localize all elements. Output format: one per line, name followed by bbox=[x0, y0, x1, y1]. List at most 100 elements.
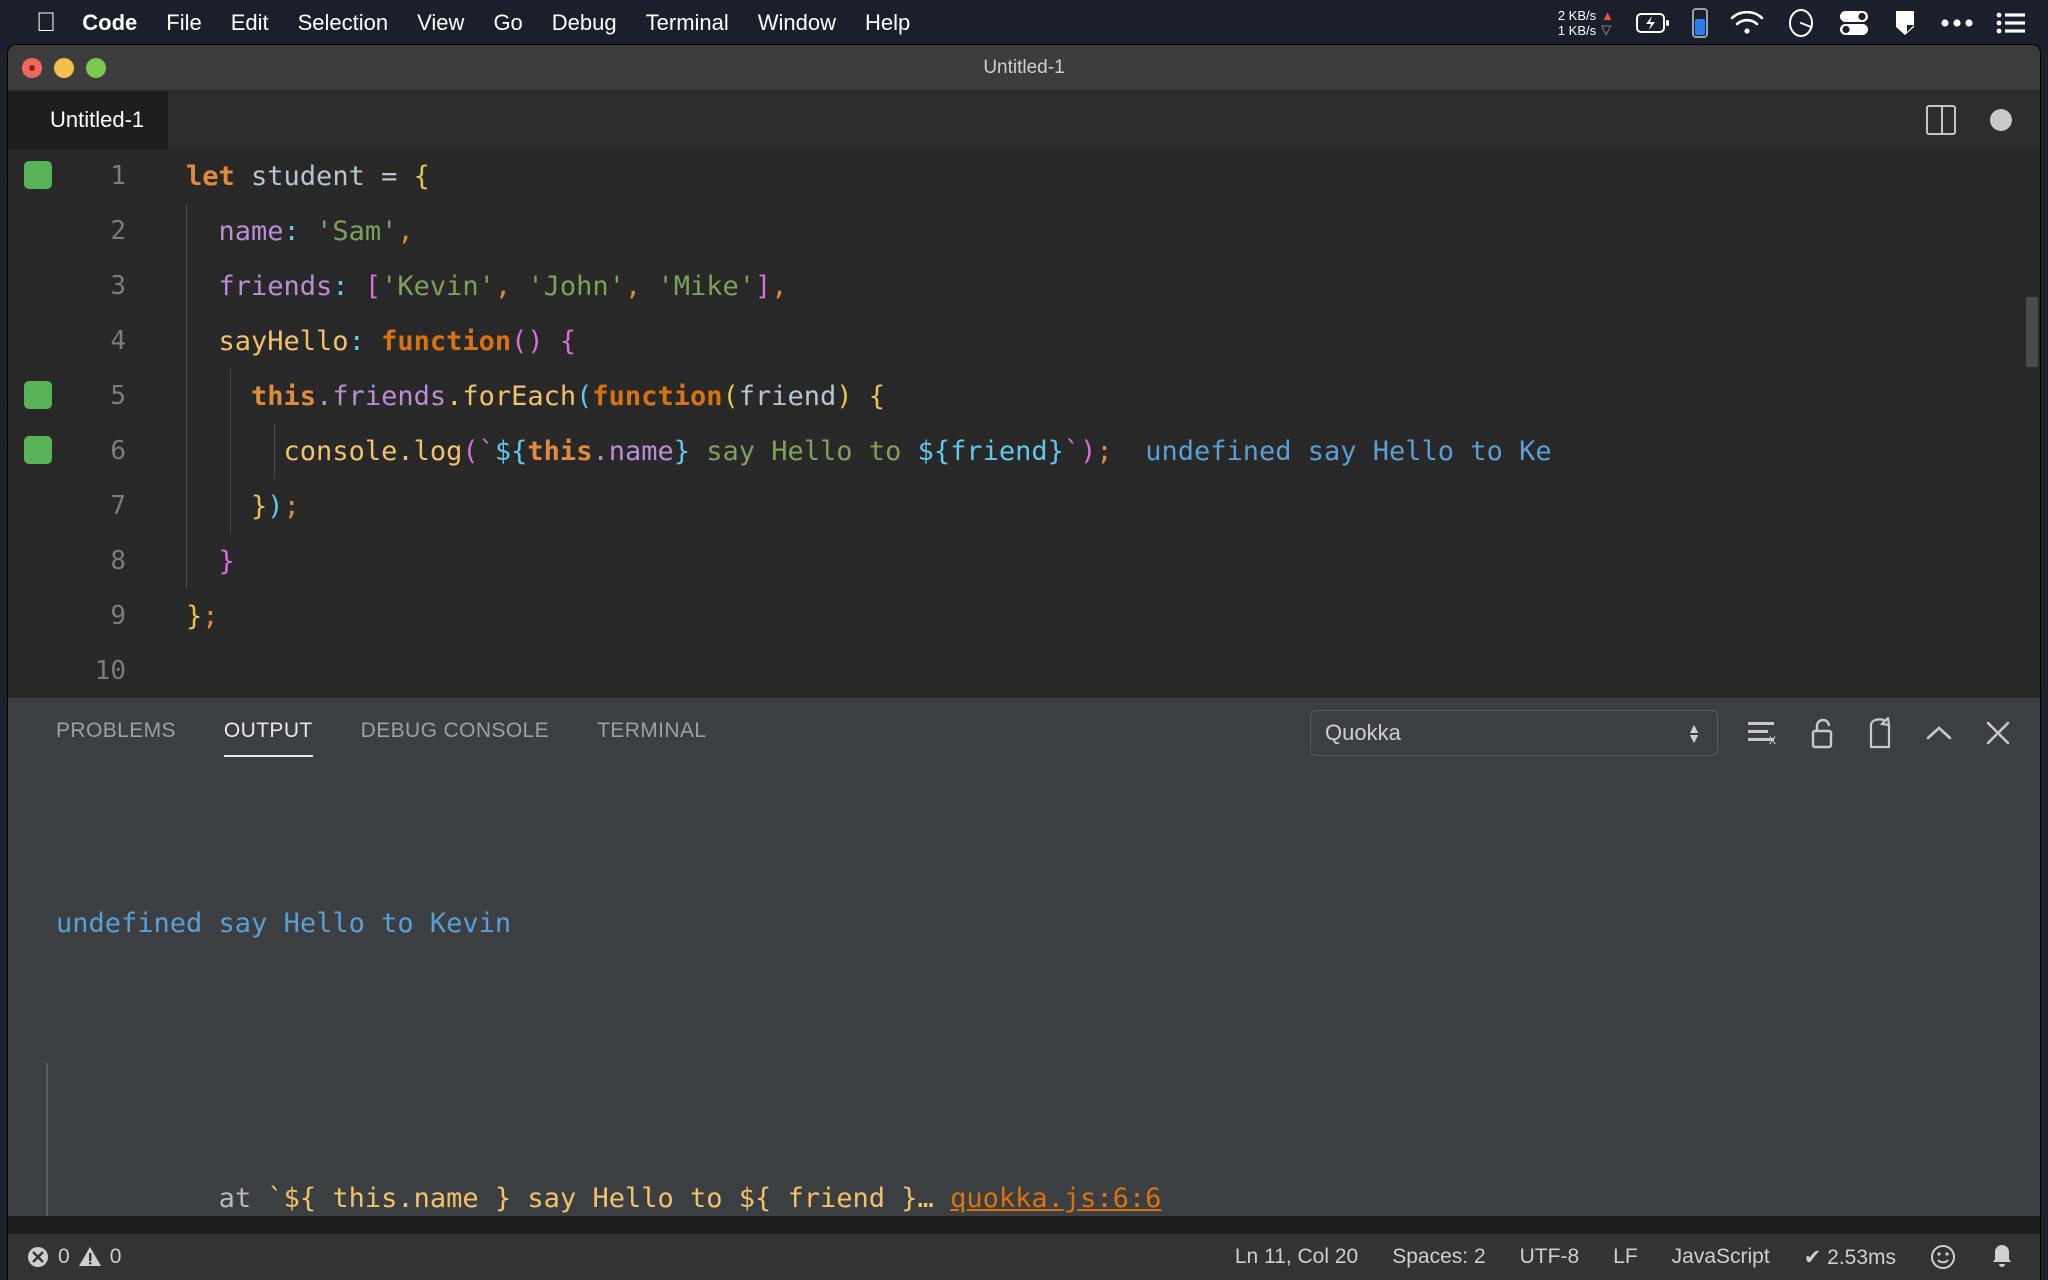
close-button[interactable] bbox=[22, 57, 42, 78]
wifi-icon[interactable] bbox=[1730, 10, 1764, 35]
menu-bar-status-area: 2 KB/s 1 KB/s ▲ ▽ bbox=[1558, 7, 2048, 38]
code-line: 3 friends: ['Kevin', 'John', 'Mike'], bbox=[8, 259, 2040, 314]
menu-item-selection[interactable]: Selection bbox=[298, 10, 389, 36]
indentation-setting[interactable]: Spaces: 2 bbox=[1392, 1245, 1485, 1269]
menu-item-window[interactable]: Window bbox=[758, 10, 836, 36]
status-bar: 0 0 Ln 11, Col 20 Spaces: 2 UTF-8 LF Jav… bbox=[8, 1234, 2040, 1280]
line-number: 7 bbox=[110, 491, 126, 521]
output-panel-content[interactable]: undefined say Hello to Kevin at `${ this… bbox=[8, 768, 2040, 1216]
code-text: friends: ['Kevin', 'John', 'Mike'], bbox=[218, 271, 788, 302]
trace-at-label: at bbox=[218, 1183, 268, 1214]
line-number: 3 bbox=[110, 271, 126, 301]
vscode-window: Untitled-1 Untitled-1 1 let student = { … bbox=[8, 45, 2040, 1280]
flag-icon[interactable] bbox=[1892, 9, 1918, 37]
code-line: 4 sayHello: function() { bbox=[8, 314, 2040, 369]
output-line: undefined say Hello to Kevin bbox=[56, 908, 512, 939]
window-title: Untitled-1 bbox=[983, 56, 1065, 78]
quokka-line-marker bbox=[24, 381, 52, 409]
quokka-run-time[interactable]: ✔ 2.53ms bbox=[1804, 1245, 1896, 1270]
apple-logo-icon[interactable]:  bbox=[36, 9, 56, 36]
line-number: 4 bbox=[110, 326, 126, 356]
code-text: sayHello: function() { bbox=[218, 326, 577, 357]
line-number: 9 bbox=[110, 601, 126, 631]
panel-actions: Quokka ▲ ▼ x bbox=[1310, 710, 2040, 756]
toggles-icon[interactable] bbox=[1838, 9, 1870, 37]
network-upload-rate: 2 KB/s bbox=[1557, 7, 1597, 23]
chevron-updown-icon: ▲ ▼ bbox=[1687, 720, 1701, 746]
unsaved-dot-icon[interactable] bbox=[1990, 109, 2012, 131]
language-mode[interactable]: JavaScript bbox=[1672, 1245, 1770, 1269]
trace-source-link[interactable]: quokka.js:6:6 bbox=[950, 1183, 1161, 1214]
tab-terminal[interactable]: TERMINAL bbox=[597, 719, 706, 747]
time-machine-icon[interactable] bbox=[1786, 8, 1816, 38]
battery-level-icon[interactable] bbox=[1692, 7, 1708, 38]
editor-tab-label: Untitled-1 bbox=[50, 107, 145, 132]
cursor-position[interactable]: Ln 11, Col 20 bbox=[1235, 1245, 1358, 1269]
minimize-button[interactable] bbox=[54, 57, 74, 78]
trace-frame: `${ this.name } say Hello to ${ friend }… bbox=[267, 1183, 934, 1214]
battery-charging-icon[interactable] bbox=[1636, 12, 1670, 34]
network-up-arrow-icon: ▲ bbox=[1601, 7, 1614, 23]
traffic-lights bbox=[22, 57, 106, 78]
panel-tab-bar: PROBLEMS OUTPUT DEBUG CONSOLE TERMINAL Q… bbox=[8, 697, 2040, 768]
code-text: name: 'Sam', bbox=[218, 216, 414, 247]
editor-tab-untitled-1[interactable]: Untitled-1 bbox=[8, 91, 169, 149]
code-text: }); bbox=[251, 491, 300, 522]
collapse-panel-icon[interactable] bbox=[1924, 722, 1954, 744]
menu-item-help[interactable]: Help bbox=[865, 10, 910, 36]
code-line: 10 bbox=[8, 644, 2040, 697]
network-speed-indicator[interactable]: 2 KB/s 1 KB/s ▲ ▽ bbox=[1558, 8, 1614, 38]
tab-debug-console[interactable]: DEBUG CONSOLE bbox=[361, 719, 549, 747]
warning-icon bbox=[78, 1245, 102, 1269]
code-line: 2 name: 'Sam', bbox=[8, 204, 2040, 259]
ellipsis-icon[interactable] bbox=[1940, 18, 1974, 28]
eol-setting[interactable]: LF bbox=[1613, 1245, 1638, 1269]
menu-item-code[interactable]: Code bbox=[82, 10, 137, 36]
code-editor[interactable]: 1 let student = { 2 name: 'Sam', 3 frien… bbox=[8, 149, 2040, 697]
code-line: 7 }); bbox=[8, 479, 2040, 534]
error-warning-summary[interactable]: 0 0 bbox=[26, 1245, 121, 1269]
menu-item-file[interactable]: File bbox=[166, 10, 201, 36]
split-editor-icon[interactable] bbox=[1926, 105, 1956, 135]
editor-tab-bar: Untitled-1 bbox=[8, 91, 2040, 149]
line-number: 1 bbox=[110, 161, 126, 191]
quokka-line-marker bbox=[24, 436, 52, 464]
menu-item-debug[interactable]: Debug bbox=[552, 10, 617, 36]
quokka-inline-output: undefined say Hello to Ke bbox=[1145, 436, 1552, 467]
code-text: this.friends.forEach(function(friend) { bbox=[251, 381, 886, 412]
open-in-editor-icon[interactable] bbox=[1866, 717, 1894, 749]
menu-item-terminal[interactable]: Terminal bbox=[646, 10, 729, 36]
code-text: console.log(`${this.name} say Hello to $… bbox=[283, 436, 1552, 467]
output-stack-trace: at `${ this.name } say Hello to ${ frien… bbox=[8, 1061, 2040, 1216]
encoding-setting[interactable]: UTF-8 bbox=[1520, 1245, 1580, 1269]
lock-icon[interactable] bbox=[1810, 717, 1836, 749]
svg-text:x: x bbox=[1769, 731, 1776, 747]
close-panel-icon[interactable] bbox=[1984, 719, 2012, 747]
macos-menu-bar:  Code File Edit Selection View Go Debug… bbox=[0, 0, 2048, 45]
code-line: 1 let student = { bbox=[8, 149, 2040, 204]
notifications-bell-icon[interactable] bbox=[1990, 1243, 2014, 1271]
tab-output[interactable]: OUTPUT bbox=[223, 719, 313, 757]
warning-count: 0 bbox=[109, 1245, 122, 1268]
bottom-panel: PROBLEMS OUTPUT DEBUG CONSOLE TERMINAL Q… bbox=[8, 697, 2040, 1216]
code-text: }; bbox=[186, 601, 219, 632]
line-number: 10 bbox=[94, 656, 126, 686]
window-title-bar: Untitled-1 bbox=[8, 45, 2040, 91]
code-line: 8 } bbox=[8, 534, 2040, 589]
code-line: 5 this.friends.forEach(function(friend) … bbox=[8, 369, 2040, 424]
code-line: 9 }; bbox=[8, 589, 2040, 644]
code-text: } bbox=[218, 546, 235, 577]
menu-item-edit[interactable]: Edit bbox=[231, 10, 269, 36]
line-number: 2 bbox=[110, 216, 126, 246]
control-center-list-icon[interactable] bbox=[1996, 11, 2026, 35]
menu-item-view[interactable]: View bbox=[417, 10, 464, 36]
clear-output-icon[interactable]: x bbox=[1748, 719, 1780, 747]
output-channel-select[interactable]: Quokka ▲ ▼ bbox=[1310, 710, 1718, 756]
line-number: 6 bbox=[110, 436, 126, 466]
feedback-smiley-icon[interactable] bbox=[1930, 1244, 1956, 1270]
zoom-button[interactable] bbox=[86, 57, 106, 78]
status-bar-left: 0 0 bbox=[8, 1245, 121, 1269]
tab-problems[interactable]: PROBLEMS bbox=[56, 719, 176, 747]
network-down-arrow-icon: ▽ bbox=[1601, 21, 1612, 37]
menu-item-go[interactable]: Go bbox=[493, 10, 522, 36]
